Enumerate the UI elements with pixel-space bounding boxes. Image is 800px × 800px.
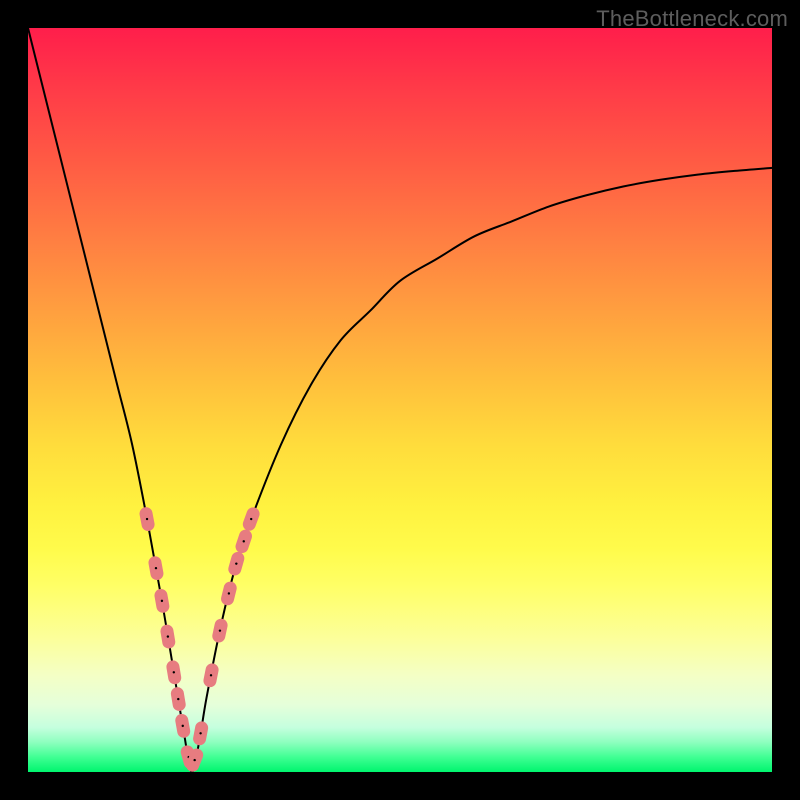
bead-joint xyxy=(167,635,169,637)
bead-joint xyxy=(177,698,179,700)
bead-joint xyxy=(243,540,245,542)
bottleneck-line xyxy=(28,28,772,772)
bead-joint xyxy=(219,629,221,631)
bead-joint xyxy=(199,732,201,734)
bead-joint xyxy=(155,567,157,569)
bead-joint xyxy=(146,518,148,520)
bead-joint xyxy=(250,518,252,520)
bead-joint xyxy=(193,759,195,761)
bead-joint xyxy=(161,600,163,602)
outer-frame: TheBottleneck.com xyxy=(0,0,800,800)
bead-joint xyxy=(228,592,230,594)
bottleneck-curve xyxy=(28,28,772,772)
bead-joint xyxy=(173,671,175,673)
bead-joint xyxy=(182,725,184,727)
plot-area xyxy=(28,28,772,772)
bead-joint xyxy=(235,562,237,564)
curve-svg xyxy=(28,28,772,772)
bead-joint xyxy=(210,674,212,676)
marker-beads xyxy=(138,506,261,774)
